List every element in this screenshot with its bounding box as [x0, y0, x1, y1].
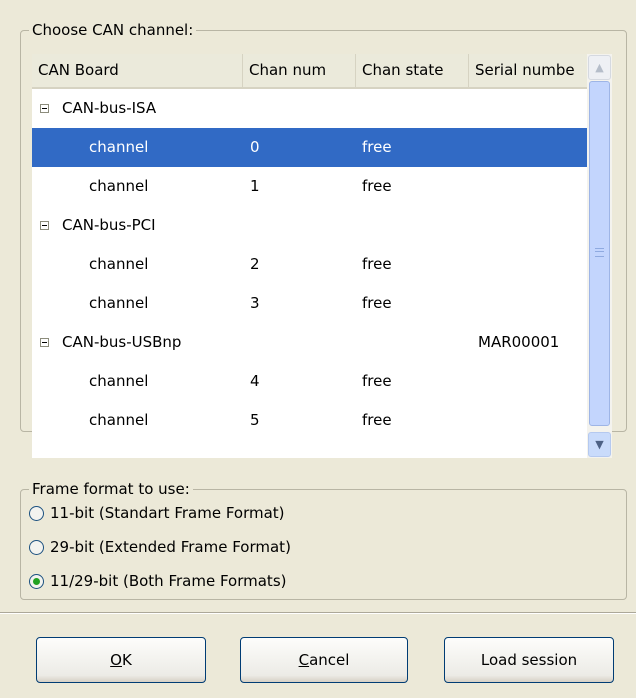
column-header-serial-number[interactable]: Serial numbe: [468, 54, 587, 87]
cell-board: channel: [89, 177, 149, 195]
cell-board: channel: [89, 294, 149, 312]
channel-row[interactable]: channel 0 free: [32, 128, 587, 167]
channel-row[interactable]: channel 1 free: [32, 167, 587, 206]
cell-board: CAN-bus-ISA: [62, 99, 157, 117]
column-header-can-board[interactable]: CAN Board: [32, 54, 242, 87]
ok-button-mnemonic: O: [110, 651, 122, 669]
radio-label: 29-bit (Extended Frame Format): [50, 538, 291, 556]
cancel-button-label: ancel: [309, 651, 350, 669]
cell-board: channel: [89, 255, 149, 273]
ok-button-label: K: [121, 651, 132, 669]
cancel-button-mnemonic: C: [298, 651, 310, 669]
channel-row[interactable]: channel 5 free: [32, 401, 587, 440]
cell-chan-num: 4: [250, 372, 260, 390]
channel-row[interactable]: channel 3 free: [32, 284, 587, 323]
frame-format-group: Frame format to use: 11-bit (Standart Fr…: [20, 480, 627, 600]
radio-option-both[interactable]: 11/29-bit (Both Frame Formats): [29, 568, 286, 594]
cell-board: channel: [89, 411, 149, 429]
channel-row[interactable]: channel 2 free: [32, 245, 587, 284]
cell-chan-num: 1: [250, 177, 260, 195]
cell-board: channel: [89, 138, 149, 156]
column-header-chan-state[interactable]: Chan state: [355, 54, 468, 87]
tree-group-row[interactable]: CAN-bus-PCI: [32, 206, 587, 245]
tree-group-row[interactable]: CAN-bus-ISA: [32, 89, 587, 128]
column-header-chan-num[interactable]: Chan num: [242, 54, 355, 87]
cell-chan-state: free: [362, 138, 392, 156]
cell-chan-state: free: [362, 411, 392, 429]
list-rows: CAN-bus-ISA channel 0 free channel 1 free CAN-b…: [32, 89, 587, 440]
dialog-separator: [0, 612, 636, 614]
scrollbar-thumb[interactable]: [589, 81, 610, 426]
channel-row[interactable]: channel 4 free: [32, 362, 587, 401]
frame-format-group-title: Frame format to use:: [29, 480, 193, 498]
cell-board: channel: [89, 372, 149, 390]
minus-box-icon[interactable]: [40, 338, 49, 347]
can-channel-list[interactable]: CAN Board Chan num Chan state Serial num…: [32, 54, 612, 458]
chevron-up-icon[interactable]: ▲: [588, 55, 611, 80]
cell-chan-num: 3: [250, 294, 260, 312]
minus-box-icon[interactable]: [40, 221, 49, 230]
chevron-down-icon[interactable]: ▼: [588, 432, 611, 457]
cell-board: CAN-bus-PCI: [62, 216, 156, 234]
radio-button[interactable]: [29, 574, 44, 589]
radio-button[interactable]: [29, 540, 44, 555]
vertical-scrollbar[interactable]: ▲ ▼: [587, 54, 612, 458]
radio-option-29bit[interactable]: 29-bit (Extended Frame Format): [29, 534, 291, 560]
cell-serial-number: MAR00001: [478, 333, 560, 351]
radio-button[interactable]: [29, 506, 44, 521]
cell-board: CAN-bus-USBnp: [62, 333, 182, 351]
scrollbar-grip: [595, 248, 604, 257]
load-session-button-label: Load session: [480, 651, 578, 669]
radio-label: 11-bit (Standart Frame Format): [50, 504, 285, 522]
cancel-button[interactable]: Cancel: [240, 637, 408, 683]
cell-chan-state: free: [362, 372, 392, 390]
can-channel-group-title: Choose CAN channel:: [29, 21, 197, 39]
tree-group-row[interactable]: CAN-bus-USBnp MAR00001: [32, 323, 587, 362]
load-session-button[interactable]: Load session: [444, 637, 614, 683]
cell-chan-state: free: [362, 177, 392, 195]
radio-option-11bit[interactable]: 11-bit (Standart Frame Format): [29, 500, 285, 526]
cell-chan-state: free: [362, 294, 392, 312]
cell-chan-num: 0: [250, 138, 260, 156]
list-header: CAN Board Chan num Chan state Serial num…: [32, 54, 587, 89]
radio-label: 11/29-bit (Both Frame Formats): [50, 572, 287, 590]
ok-button[interactable]: OK: [36, 637, 206, 683]
cell-chan-num: 2: [250, 255, 260, 273]
cell-chan-num: 5: [250, 411, 260, 429]
cell-chan-state: free: [362, 255, 392, 273]
minus-box-icon[interactable]: [40, 104, 49, 113]
